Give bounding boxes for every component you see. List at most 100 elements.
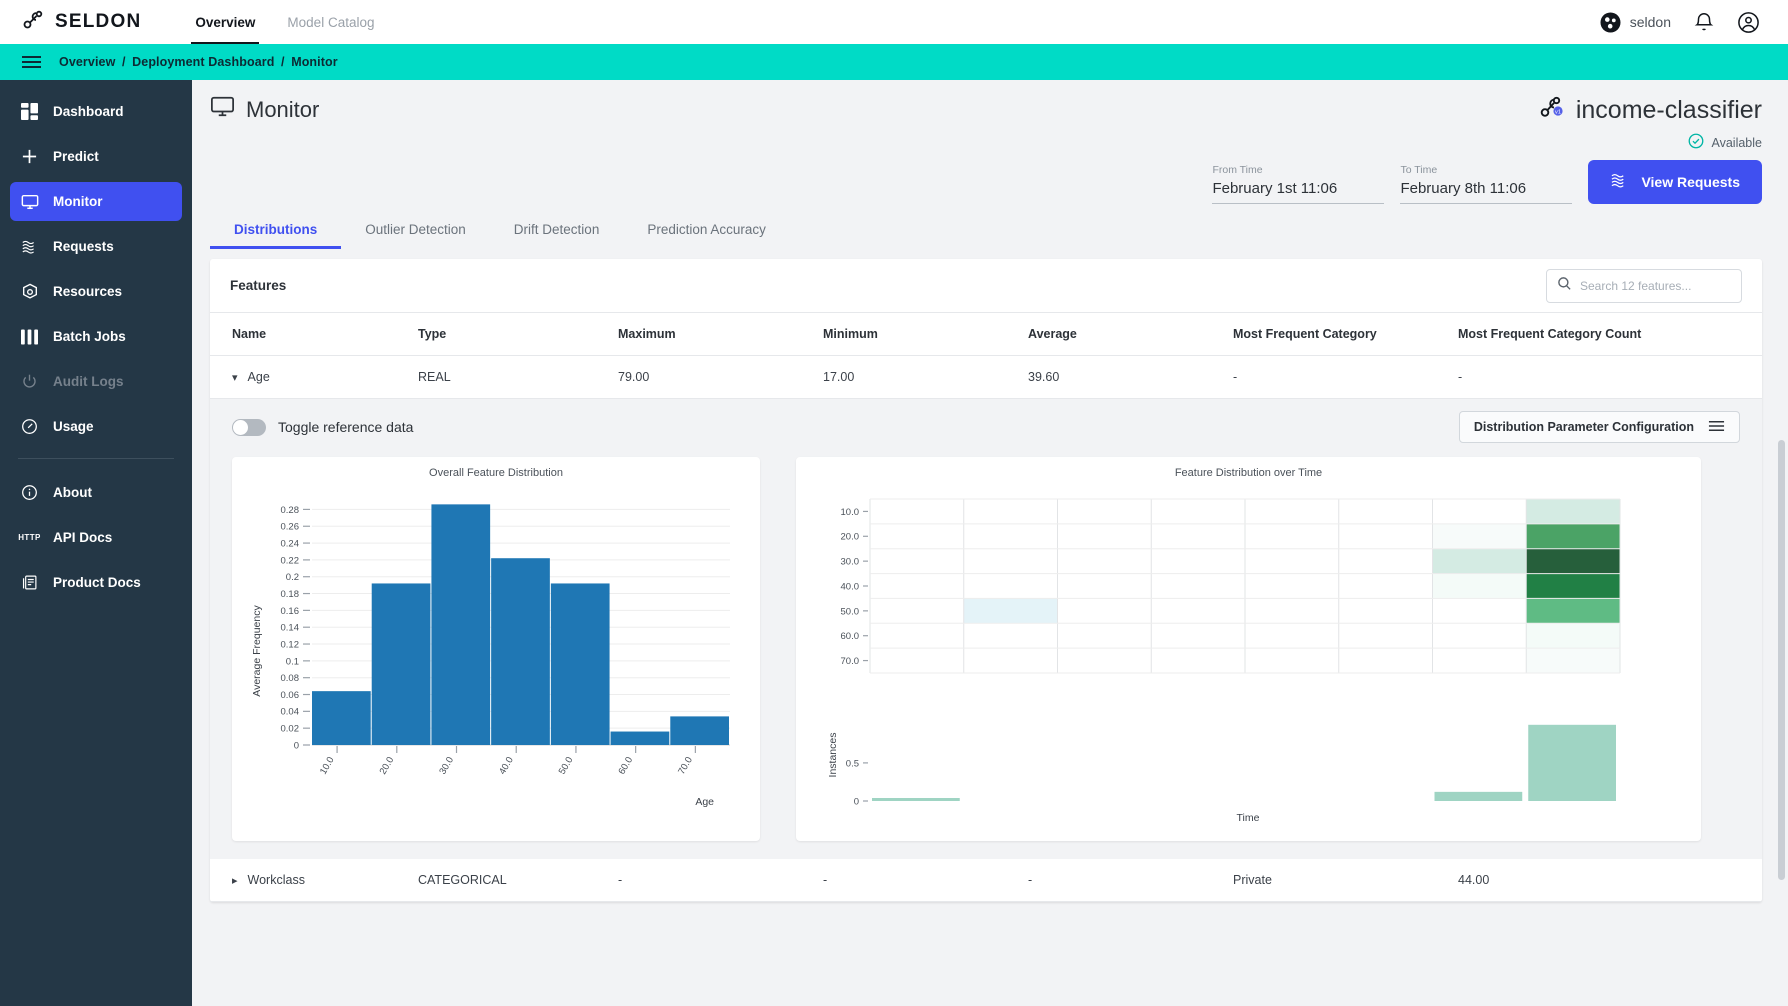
col-header-name[interactable]: Name: [210, 313, 410, 356]
col-header-minimum[interactable]: Minimum: [815, 313, 1020, 356]
sidebar-item-audit-logs[interactable]: Audit Logs: [10, 362, 182, 401]
reference-data-toggle[interactable]: [232, 418, 266, 436]
svg-text:v1: v1: [1555, 110, 1561, 116]
table-row[interactable]: ▸ Workclass CATEGORICAL - - - Private 44…: [210, 859, 1762, 902]
histogram-bar: [371, 583, 431, 745]
col-header-average[interactable]: Average: [1020, 313, 1225, 356]
heatmap-cell: [1151, 548, 1245, 574]
breadcrumb-item-deployment-dashboard[interactable]: Deployment Dashboard: [132, 55, 274, 69]
view-requests-button[interactable]: View Requests: [1588, 160, 1762, 204]
search-features[interactable]: [1546, 268, 1742, 303]
to-time-input[interactable]: [1400, 180, 1573, 204]
docs-icon: [20, 574, 39, 591]
plus-icon: [20, 148, 39, 165]
heatmap-cell: [1432, 623, 1527, 649]
chevron-down-icon[interactable]: ▾: [232, 371, 238, 384]
monitor-tabs: Distributions Outlier Detection Drift De…: [192, 204, 1788, 249]
deployment-name-text: income-classifier: [1575, 96, 1762, 124]
heatmap-cell: [1151, 573, 1245, 599]
tab-distributions[interactable]: Distributions: [210, 222, 342, 249]
page-scrollbar[interactable]: [1778, 440, 1785, 880]
sidebar-item-product-docs[interactable]: Product Docs: [10, 563, 182, 602]
dashboard-grid-icon: [20, 103, 39, 120]
svg-text:0.18: 0.18: [281, 589, 300, 600]
col-header-maximum[interactable]: Maximum: [610, 313, 815, 356]
org-dot-icon: [1600, 12, 1621, 33]
svg-text:40.0: 40.0: [841, 581, 860, 592]
notification-bell-icon[interactable]: [1693, 11, 1715, 33]
heatmap-cell: [1245, 623, 1339, 649]
tab-drift-detection[interactable]: Drift Detection: [490, 222, 624, 249]
breadcrumb-item-monitor[interactable]: Monitor: [291, 55, 338, 69]
reference-data-toggle-row: Toggle reference data: [232, 418, 413, 436]
heatmap-cell: [1432, 523, 1527, 549]
sidebar-item-monitor[interactable]: Monitor: [10, 182, 182, 221]
sidebar-item-predict[interactable]: Predict: [10, 137, 182, 176]
features-table-head: Name Type Maximum Minimum Average Most F…: [210, 313, 1762, 356]
svg-text:60.0: 60.0: [616, 755, 635, 777]
sidebar-item-label: Audit Logs: [53, 374, 124, 389]
breadcrumb-item-overview[interactable]: Overview: [59, 55, 115, 69]
top-nav-model-catalog[interactable]: Model Catalog: [271, 0, 390, 44]
sidebar-item-requests[interactable]: Requests: [10, 227, 182, 266]
tab-outlier-detection[interactable]: Outlier Detection: [341, 222, 490, 249]
svg-text:0: 0: [294, 740, 299, 751]
feature-maximum: -: [610, 859, 815, 902]
sidebar-item-label: Requests: [53, 239, 114, 254]
instances-bar: [1528, 724, 1616, 801]
histogram-bar: [550, 583, 610, 745]
tab-prediction-accuracy[interactable]: Prediction Accuracy: [623, 222, 790, 249]
distribution-parameter-configuration-button[interactable]: Distribution Parameter Configuration: [1458, 411, 1740, 443]
search-input[interactable]: [1580, 278, 1731, 293]
org-selector[interactable]: seldon: [1600, 12, 1671, 33]
col-header-most-frequent-category-count[interactable]: Most Frequent Category Count: [1450, 313, 1762, 356]
config-button-label: Distribution Parameter Configuration: [1473, 420, 1694, 434]
heatmap-cell: [1338, 499, 1433, 524]
sidebar-item-resources[interactable]: Resources: [10, 272, 182, 311]
svg-text:0.5: 0.5: [846, 758, 859, 769]
heatmap-cell: [870, 573, 964, 599]
heatmap-cell: [1151, 499, 1245, 524]
sidebar-item-api-docs[interactable]: HTTP API Docs: [10, 518, 182, 557]
svg-text:60.0: 60.0: [841, 631, 860, 642]
chevron-right-icon[interactable]: ▸: [232, 874, 238, 887]
status-text: Available: [1711, 135, 1762, 150]
histogram-x-axis-labels: 10.0 20.0 30.0 40.0 50.0 60.0 70.0: [318, 746, 696, 777]
instances-bar: [1434, 791, 1523, 801]
account-circle-icon[interactable]: [1737, 11, 1760, 34]
heatmap-cell: [1151, 523, 1245, 549]
from-time-field: From Time: [1212, 164, 1385, 204]
instances-y-axis-labels: 00.5: [846, 758, 868, 807]
heatmap-cell: [1338, 598, 1433, 624]
heatmap-cell: [1151, 623, 1245, 649]
sidebar-item-batch-jobs[interactable]: Batch Jobs: [10, 317, 182, 356]
table-header-row: Name Type Maximum Minimum Average Most F…: [210, 313, 1762, 356]
row-name-cell: ▾ Age: [232, 370, 402, 384]
sidebar-item-dashboard[interactable]: Dashboard: [10, 92, 182, 131]
waves-icon: [20, 238, 39, 256]
col-header-type[interactable]: Type: [410, 313, 610, 356]
sidebar-item-label: About: [53, 485, 92, 500]
sidebar-item-about[interactable]: About: [10, 473, 182, 512]
heatmap-cell: [1432, 499, 1527, 524]
features-title: Features: [230, 278, 287, 293]
col-header-most-frequent-category[interactable]: Most Frequent Category: [1225, 313, 1450, 356]
instances-y-axis-title: Instances: [827, 733, 839, 778]
feature-average: -: [1020, 859, 1225, 902]
heatmap-cell: [1057, 499, 1152, 524]
top-nav-overview[interactable]: Overview: [179, 0, 271, 44]
heatmap-cell: [1245, 523, 1339, 549]
instances-bars: [872, 724, 1616, 801]
sidebar-item-usage[interactable]: Usage: [10, 407, 182, 446]
heatmap-cell: [1338, 648, 1433, 673]
monitor-screen-icon: [210, 94, 235, 125]
sidebar-item-label: Dashboard: [53, 104, 124, 119]
table-row[interactable]: ▾ Age REAL 79.00 17.00 39.60 - -: [210, 355, 1762, 399]
svg-text:40.0: 40.0: [497, 755, 516, 777]
deployment-node-icon: v1: [1538, 94, 1566, 127]
heatmap-cell: [1338, 523, 1433, 549]
heatmap-cell: [1151, 598, 1245, 624]
from-time-input[interactable]: [1212, 180, 1385, 204]
brand[interactable]: SELDON: [22, 8, 141, 37]
hamburger-menu-icon[interactable]: [22, 56, 41, 68]
